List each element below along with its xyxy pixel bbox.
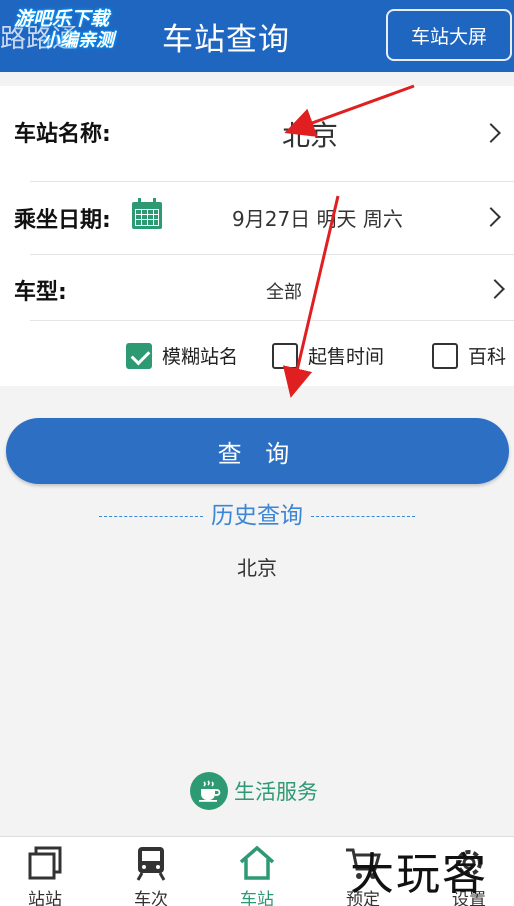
checkbox-checked-icon[interactable] — [126, 342, 152, 369]
checkbox-label: 模糊站名 — [162, 346, 239, 368]
sale-time-checkbox[interactable]: 起售时间 — [272, 342, 384, 369]
tab-label: 车次 — [134, 890, 168, 906]
station-name-value[interactable]: 北京 — [282, 114, 338, 154]
tab-checi[interactable]: 车次 — [106, 845, 196, 906]
page-title: 车站查询 — [162, 22, 290, 58]
checkbox-label: 百科 — [468, 346, 507, 368]
history-title-text: 历史查询 — [211, 503, 303, 529]
coffee-cup-icon — [190, 772, 228, 810]
watermark-line-1: 游吧乐下载 — [14, 8, 110, 30]
date-row[interactable]: 乘坐日期: 9月27日 明天 周六 — [0, 182, 514, 254]
wiki-checkbox[interactable]: 百科 — [432, 342, 506, 369]
life-service-label: 生活服务 — [234, 780, 318, 804]
life-service-link[interactable]: 生活服务 — [190, 772, 318, 810]
train-type-row[interactable]: 车型: 全部 — [0, 254, 514, 322]
train-icon — [136, 847, 166, 881]
app-header: 路路通 游吧乐下载 小编亲测 车站查询 车站大屏 — [0, 0, 514, 72]
tab-chezhan[interactable]: 车站 — [212, 845, 302, 906]
date-label: 乘坐日期: — [14, 208, 111, 233]
train-type-label: 车型: — [14, 280, 67, 305]
copy-icon — [28, 846, 62, 880]
watermark-logo: 游吧乐下载 小编亲测 — [14, 8, 144, 52]
dashed-line — [311, 516, 415, 517]
station-screen-button[interactable]: 车站大屏 — [386, 9, 512, 61]
chevron-right-icon — [481, 123, 501, 143]
query-button[interactable]: 查 询 — [6, 418, 509, 484]
history-item[interactable]: 北京 — [0, 552, 514, 581]
checkbox-icon[interactable] — [272, 342, 298, 369]
date-value[interactable]: 9月27日 明天 周六 — [232, 203, 403, 232]
tab-label: 车站 — [240, 890, 274, 906]
chevron-right-icon — [481, 207, 501, 227]
tab-label: 站站 — [28, 890, 62, 906]
home-icon — [239, 845, 275, 880]
history-title: 历史查询 — [0, 496, 514, 530]
checkbox-icon[interactable] — [432, 342, 458, 369]
dashed-line — [99, 516, 203, 517]
train-type-value[interactable]: 全部 — [266, 278, 302, 304]
tab-zhanzhan[interactable]: 站站 — [0, 845, 90, 906]
query-form: 车站名称: 北京 乘坐日期: 9月27日 明天 周六 车型: 全部 模糊站名 起… — [0, 86, 514, 386]
station-name-row[interactable]: 车站名称: 北京 — [0, 86, 514, 181]
fuzzy-name-checkbox[interactable]: 模糊站名 — [126, 342, 238, 369]
divider — [30, 320, 514, 321]
options-checkboxes: 模糊站名 起售时间 百科 — [0, 334, 514, 374]
calendar-icon — [132, 198, 162, 229]
checkbox-label: 起售时间 — [308, 346, 385, 368]
watermark-line-2: 小编亲测 — [42, 30, 114, 51]
chevron-right-icon — [485, 279, 505, 299]
brand-watermark: 大玩客 — [350, 849, 488, 900]
station-name-label: 车站名称: — [14, 122, 111, 147]
